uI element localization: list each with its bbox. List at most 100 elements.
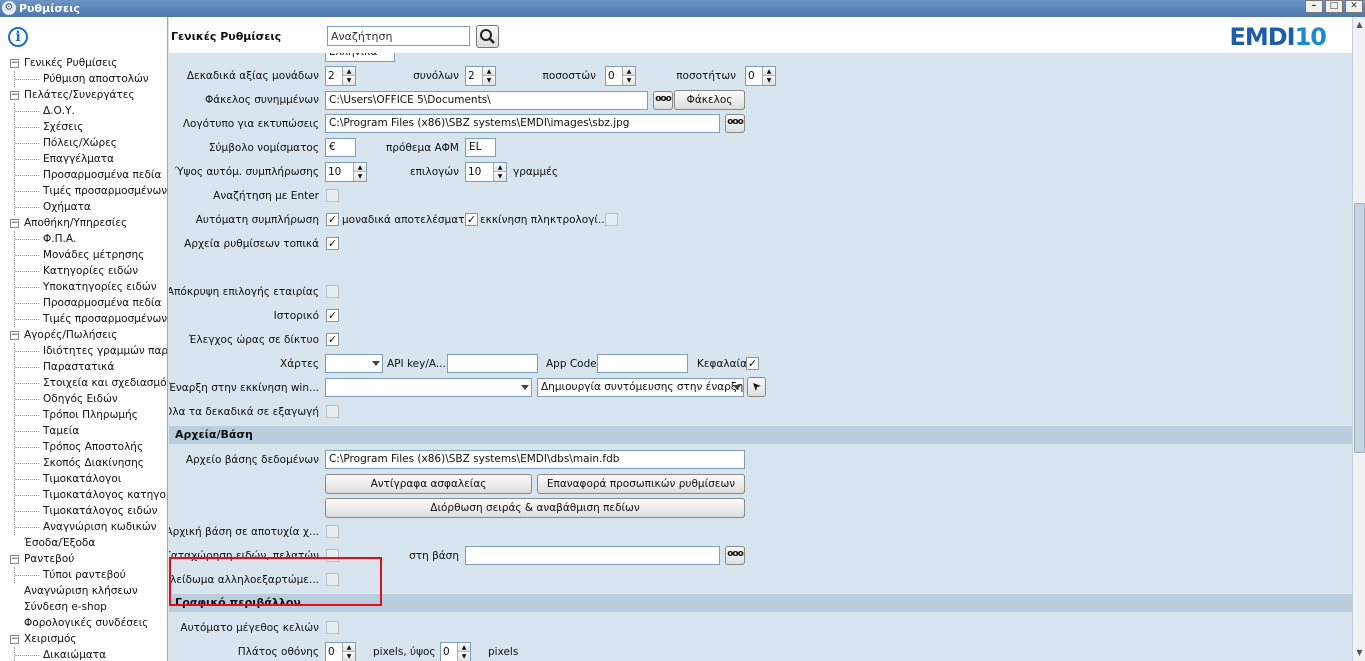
sidebar-item[interactable]: Τιμοκατάλογοι: [0, 471, 167, 487]
print-logo-input[interactable]: C:\Program Files (x86)\SBZ systems\EMDI\…: [325, 114, 720, 133]
in-db-input[interactable]: [465, 546, 720, 565]
sidebar-item[interactable]: Οδηγός Ειδών: [0, 391, 167, 407]
currency-input[interactable]: €: [325, 138, 356, 157]
initial-db-checkbox[interactable]: [326, 525, 339, 538]
sidebar-item[interactable]: Τιμοκατάλογος κατηγοριώ: [0, 487, 167, 503]
sidebar-item[interactable]: Τιμοκατάλογος ειδών: [0, 503, 167, 519]
shortcut-select[interactable]: Δημιουργία συντόμευσης στην έναρξη: [537, 378, 744, 397]
sidebar-item[interactable]: Τρόποι Πληρωμής: [0, 407, 167, 423]
backup-button[interactable]: Αντίγραφα ασφαλείας: [325, 474, 532, 494]
sidebar-item[interactable]: Φορολογικές συνδέσεις: [0, 615, 167, 631]
api-key-input[interactable]: [447, 354, 538, 373]
sidebar-item[interactable]: Φ.Π.Α.: [0, 231, 167, 247]
decimals-spinner[interactable]: 2 ▲ ▼: [325, 66, 356, 86]
minimize-button[interactable]: –: [1305, 0, 1323, 13]
collapse-icon[interactable]: −: [10, 331, 19, 340]
sidebar-item[interactable]: Σύνδεση e-shop: [0, 599, 167, 615]
sidebar-item[interactable]: Τιμές προσαρμοσμένων π: [0, 311, 167, 327]
collapse-icon[interactable]: −: [10, 219, 19, 228]
search-enter-checkbox[interactable]: [326, 189, 339, 202]
sidebar-item[interactable]: Στοιχεία και σχεδιασμός πα: [0, 375, 167, 391]
sidebar-item[interactable]: Δικαιώματα: [0, 647, 167, 661]
sidebar-item[interactable]: Ιδιότητες γραμμών παραστ: [0, 343, 168, 359]
screen-height-spinner[interactable]: 0 ▲ ▼: [440, 642, 471, 661]
autofill-height-spinner[interactable]: 10 ▲ ▼: [325, 162, 367, 182]
unique-results-checkbox[interactable]: ✓: [465, 213, 478, 226]
run-shortcut-button[interactable]: [747, 377, 766, 397]
scrollbar-thumb[interactable]: [1354, 203, 1365, 453]
info-icon[interactable]: i: [8, 27, 28, 47]
sidebar-item[interactable]: − Αγορές/Πωλήσεις: [0, 327, 167, 343]
sidebar-item[interactable]: Επαγγέλματα: [0, 151, 167, 167]
options-spinner[interactable]: 10 ▲ ▼: [465, 162, 507, 182]
sidebar-item[interactable]: Τρόπος Αποστολής: [0, 439, 167, 455]
maximize-button[interactable]: □: [1325, 0, 1343, 13]
collapse-icon[interactable]: −: [10, 91, 19, 100]
vertical-scrollbar[interactable]: ▲ ▼: [1352, 17, 1365, 661]
in-db-browse-button[interactable]: ooo: [725, 546, 745, 565]
folder-button[interactable]: Φάκελος: [674, 90, 745, 110]
attachments-browse-button[interactable]: ooo: [653, 91, 673, 110]
scroll-up-icon[interactable]: ▲: [1354, 19, 1365, 30]
time-check-checkbox[interactable]: ✓: [326, 333, 339, 346]
quantities-spinner[interactable]: 0 ▲ ▼: [605, 66, 636, 86]
collapse-icon[interactable]: −: [10, 59, 19, 68]
sidebar-item[interactable]: Δ.Ο.Υ.: [0, 103, 167, 119]
auto-cell-size-checkbox[interactable]: [326, 621, 339, 634]
history-checkbox[interactable]: ✓: [326, 309, 339, 322]
sidebar-item[interactable]: Οχήματα: [0, 199, 167, 215]
startup-select[interactable]: [325, 378, 532, 397]
attachments-folder-input[interactable]: C:\Users\OFFICE 5\Documents\: [325, 91, 648, 110]
hide-company-checkbox[interactable]: [326, 285, 339, 298]
sidebar-item-label: Φορολογικές συνδέσεις: [24, 617, 149, 629]
sidebar-item[interactable]: − Πελάτες/Συνεργάτες: [0, 87, 167, 103]
repair-upgrade-button[interactable]: Διόρθωση σειράς & αναβάθμιση πεδίων: [325, 498, 745, 518]
sidebar-item[interactable]: − Γενικές Ρυθμίσεις: [0, 55, 167, 71]
sidebar-item[interactable]: Σχέσεις: [0, 119, 167, 135]
sidebar-item[interactable]: Αναγνώριση κωδικών: [0, 519, 167, 535]
all-decimals-checkbox[interactable]: [326, 405, 339, 418]
collapse-icon[interactable]: −: [10, 555, 19, 564]
attachments-folder-label: Φάκελος συνημμένων: [205, 94, 319, 106]
sidebar-item[interactable]: Σκοπός Διακίνησης: [0, 455, 167, 471]
sidebar-item[interactable]: Προσαρμοσμένα πεδία: [0, 167, 167, 183]
sidebar-item[interactable]: − Ραντεβού: [0, 551, 167, 567]
sidebar-item[interactable]: Παραστατικά: [0, 359, 167, 375]
sidebar-item-label: Ιδιότητες γραμμών παραστ: [43, 345, 168, 357]
local-settings-checkbox[interactable]: ✓: [326, 237, 339, 250]
capitals-checkbox[interactable]: ✓: [746, 357, 759, 370]
sidebar-item[interactable]: Αναγνώριση κλήσεων: [0, 583, 167, 599]
sidebar-item[interactable]: − Αποθήκη/Υπηρεσίες: [0, 215, 167, 231]
screen-width-spinner[interactable]: 0 ▲ ▼: [325, 642, 356, 661]
maps-select[interactable]: [325, 354, 383, 373]
language-select[interactable]: Ελληνικά: [325, 53, 395, 62]
sidebar-item[interactable]: Ταμεία: [0, 423, 167, 439]
scroll-down-icon[interactable]: ▼: [1354, 647, 1365, 658]
sidebar-item[interactable]: − Χειρισμός: [0, 631, 167, 647]
sidebar-item[interactable]: Υποκατηγορίες ειδών: [0, 279, 167, 295]
sidebar-item[interactable]: Τιμές προσαρμοσμένων π: [0, 183, 167, 199]
sidebar-item[interactable]: Κατηγορίες ειδών: [0, 263, 167, 279]
print-logo-browse-button[interactable]: ooo: [725, 114, 745, 133]
auto-cell-size-label: Αυτόματο μέγεθος κελιών: [180, 622, 319, 634]
sidebar-item[interactable]: Έσοδα/Έξοδα: [0, 535, 167, 551]
sidebar-item[interactable]: Τύποι ραντεβού: [0, 567, 167, 583]
vat-prefix-input[interactable]: EL: [465, 138, 496, 157]
sidebar-item[interactable]: Μονάδες μέτρησης: [0, 247, 167, 263]
start-typing-checkbox[interactable]: [605, 213, 618, 226]
close-button[interactable]: ✕: [1345, 0, 1363, 13]
sidebar-item-label: Προσαρμοσμένα πεδία: [43, 297, 162, 309]
search-button[interactable]: [476, 25, 499, 48]
search-input[interactable]: [327, 26, 470, 46]
totals-spinner[interactable]: 2 ▲ ▼: [465, 66, 496, 86]
sidebar-item[interactable]: Πόλεις/Χώρες: [0, 135, 167, 151]
percent-spinner[interactable]: 0 ▲ ▼: [745, 66, 776, 86]
collapse-icon[interactable]: −: [10, 635, 19, 644]
db-file-input[interactable]: C:\Program Files (x86)\SBZ systems\EMDI\…: [325, 450, 745, 469]
sidebar-item[interactable]: Προσαρμοσμένα πεδία: [0, 295, 167, 311]
autocomplete-checkbox[interactable]: ✓: [326, 213, 339, 226]
sidebar-item[interactable]: Ρύθμιση αποστολών: [0, 71, 167, 87]
app-code-input[interactable]: [597, 354, 688, 373]
sidebar-item-label: Φ.Π.Α.: [43, 233, 77, 245]
restore-settings-button[interactable]: Επαναφορά προσωπικών ρυθμίσεων: [537, 474, 745, 494]
